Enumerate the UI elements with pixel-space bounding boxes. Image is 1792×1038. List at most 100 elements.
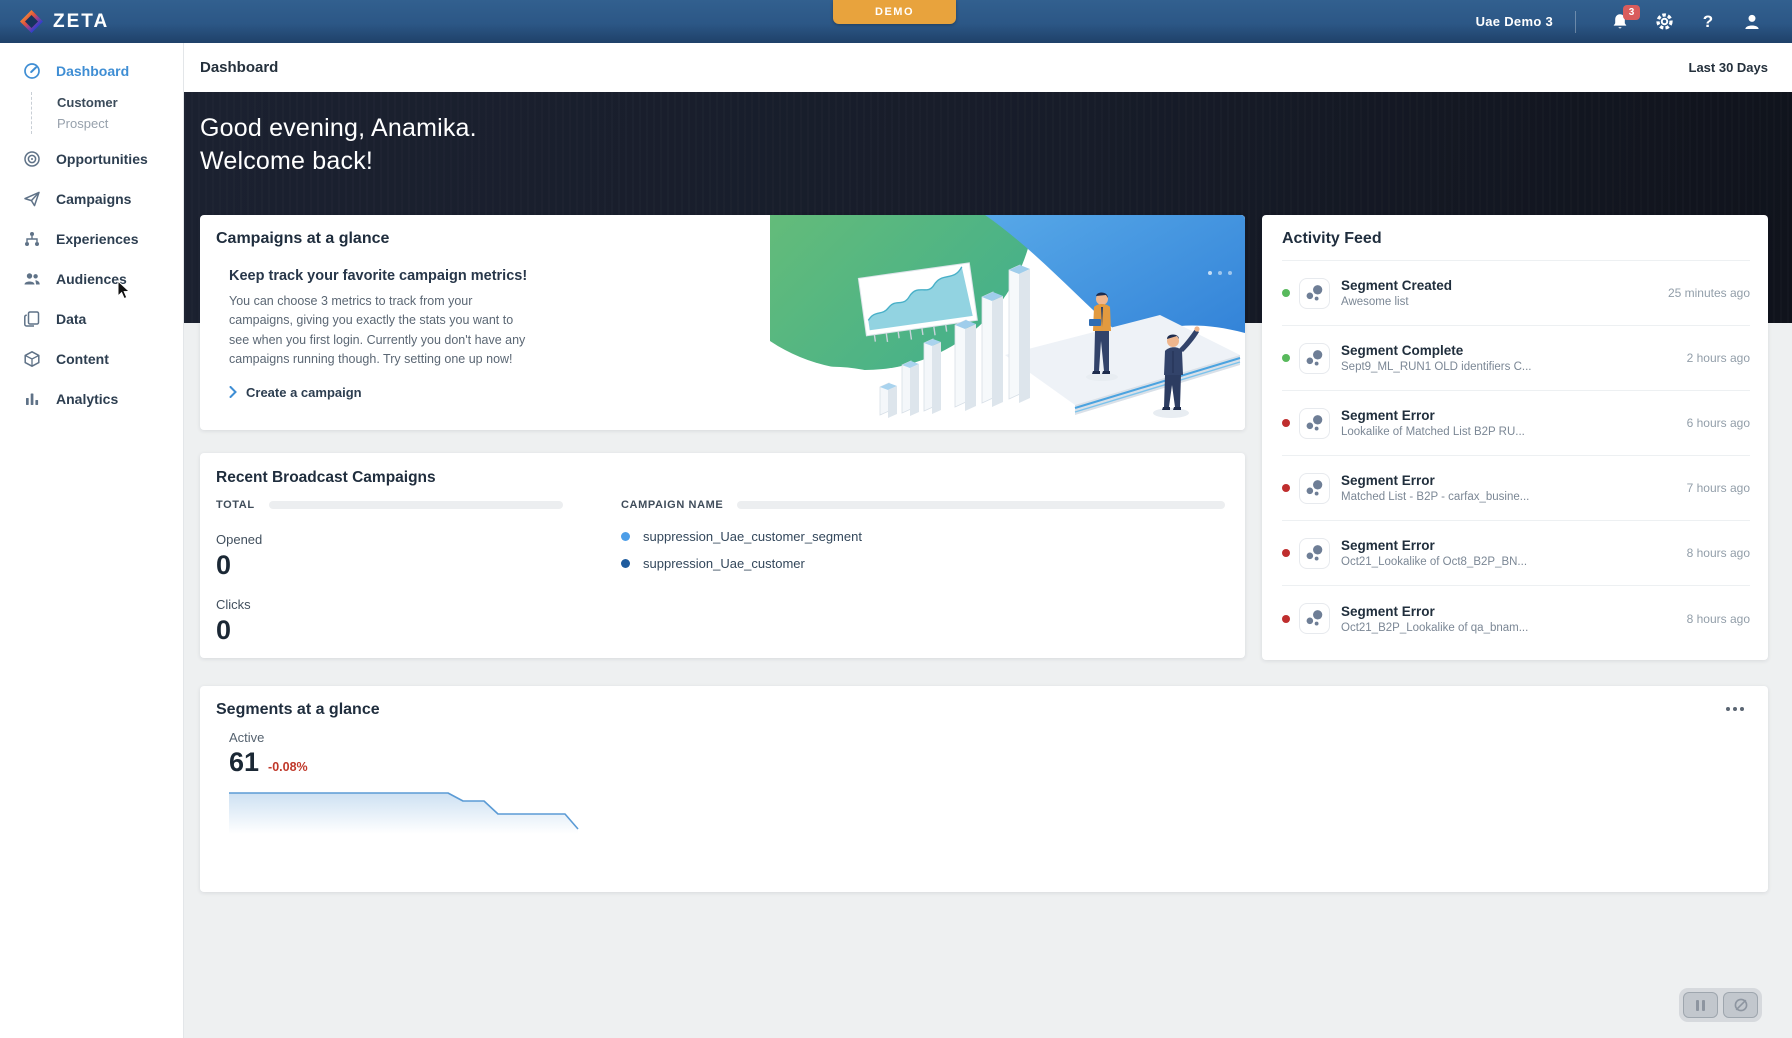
activity-timestamp: 6 hours ago [1677, 416, 1750, 430]
sidebar-label: Analytics [56, 391, 118, 407]
zeta-logo[interactable]: ZETA [20, 10, 109, 33]
sidebar-navigation: Dashboard Customer Prospect Opportunitie… [0, 43, 184, 1038]
activity-feed-title: Activity Feed [1282, 230, 1750, 248]
broadcast-card-title: Recent Broadcast Campaigns [216, 469, 1225, 487]
chevron-right-icon [229, 386, 237, 398]
notifications-bell-icon[interactable]: 3 [1609, 11, 1631, 33]
activity-timestamp: 8 hours ago [1677, 546, 1750, 560]
activity-row[interactable]: Segment ErrorOct21_B2P_Lookalike of qa_b… [1282, 586, 1750, 651]
active-segments-value: 61 [229, 747, 259, 778]
segment-icon [1299, 603, 1330, 634]
campaigns-card-body: You can choose 3 metrics to track from y… [229, 292, 534, 370]
sidebar-label: Experiences [56, 231, 139, 247]
activity-subtitle: Lookalike of Matched List B2P RU... [1341, 426, 1525, 438]
sidebar-label: Content [56, 351, 109, 367]
people-icon [23, 270, 41, 288]
status-dot-error [1282, 615, 1290, 623]
segments-at-a-glance-card: Segments at a glance Active 61 -0.08% [200, 686, 1768, 892]
sidebar-item-audiences[interactable]: Audiences [0, 259, 183, 299]
status-dot-success [1282, 354, 1290, 362]
sidebar-item-dashboard[interactable]: Dashboard [0, 51, 183, 91]
segment-icon [1299, 343, 1330, 374]
activity-feed-card: Activity Feed Segment Created Awesome lis… [1262, 215, 1768, 660]
activity-subtitle: Oct21_Lookalike of Oct8_B2P_BN... [1341, 556, 1527, 568]
greeting-text: Good evening, Anamika. Welcome back! [200, 112, 477, 178]
pause-recording-button[interactable] [1683, 992, 1718, 1018]
notification-count-badge: 3 [1623, 5, 1640, 20]
activity-row[interactable]: Segment CreatedAwesome list 25 minutes a… [1282, 261, 1750, 326]
sidebar-label: Data [56, 311, 86, 327]
activity-row[interactable]: Segment Error Lookalike of Matched List B… [1282, 391, 1750, 456]
status-dot-error [1282, 549, 1290, 557]
activity-subtitle: Awesome list [1341, 296, 1452, 308]
sidebar-subitem-prospect[interactable]: Prospect [57, 113, 183, 134]
active-segments-label: Active [229, 730, 1746, 745]
activity-row[interactable]: Segment Complete Sept9_ML_RUN1 OLD identi… [1282, 326, 1750, 391]
campaign-name: suppression_Uae_customer_segment [643, 529, 862, 544]
active-segments-change: -0.08% [268, 760, 308, 774]
broadcast-columns: TOTAL Opened 0 Clicks 0 CAMPAIGN NAME su… [216, 499, 1225, 646]
demo-ribbon: DEMO [833, 0, 956, 24]
zeta-diamond-icon [20, 10, 43, 33]
activity-row[interactable]: Segment ErrorOct21_Lookalike of Oct8_B2P… [1282, 521, 1750, 586]
gauge-icon [23, 62, 41, 80]
activity-title: Segment Error [1341, 604, 1528, 619]
account-switcher[interactable]: Uae Demo 3 [1476, 14, 1553, 29]
stop-recording-button[interactable] [1723, 992, 1758, 1018]
activity-title: Segment Error [1341, 473, 1529, 488]
page-title: Dashboard [200, 59, 278, 76]
activity-timestamp: 7 hours ago [1677, 481, 1750, 495]
sidebar-item-experiences[interactable]: Experiences [0, 219, 183, 259]
activity-subtitle: Sept9_ML_RUN1 OLD identifiers C... [1341, 361, 1531, 373]
sidebar-item-campaigns[interactable]: Campaigns [0, 179, 183, 219]
segment-icon [1299, 278, 1330, 309]
sidebar-item-opportunities[interactable]: Opportunities [0, 139, 183, 179]
campaign-legend-item: suppression_Uae_customer [621, 556, 1225, 571]
status-dot-success [1282, 289, 1290, 297]
metric-label-opened: Opened [216, 532, 563, 547]
page-header: Dashboard Last 30 Days [184, 43, 1792, 92]
sidebar-label: Audiences [56, 271, 127, 287]
legend-dot-light-blue [621, 532, 630, 541]
paper-plane-icon [23, 190, 41, 208]
segments-card-title: Segments at a glance [216, 701, 380, 719]
segments-sparkline-chart [229, 790, 581, 834]
sidebar-label: Dashboard [56, 63, 129, 79]
sidebar-item-data[interactable]: Data [0, 299, 183, 339]
user-profile-icon[interactable] [1741, 11, 1763, 33]
activity-title: Segment Complete [1341, 343, 1531, 358]
metric-label-clicks: Clicks [216, 597, 563, 612]
pause-icon [1696, 1000, 1705, 1011]
segment-icon [1299, 408, 1330, 439]
brand-name: ZETA [53, 11, 109, 33]
sidebar-label: Opportunities [56, 151, 148, 167]
nav-right-controls: Uae Demo 3 3 ? [1476, 11, 1774, 33]
metric-value-clicks: 0 [216, 615, 563, 646]
cube-icon [23, 350, 41, 368]
segment-icon [1299, 538, 1330, 569]
help-icon[interactable]: ? [1697, 11, 1719, 33]
sidebar-item-analytics[interactable]: Analytics [0, 379, 183, 419]
campaign-legend-item: suppression_Uae_customer_segment [621, 529, 1225, 544]
flow-icon [23, 230, 41, 248]
target-icon [23, 150, 41, 168]
skeleton-bar [737, 501, 1225, 509]
card-options-ellipsis-icon[interactable] [1724, 701, 1746, 717]
activity-row[interactable]: Segment Error Matched List - B2P - carfax… [1282, 456, 1750, 521]
legend-dot-dark-blue [621, 559, 630, 568]
top-navigation-bar: ZETA DEMO Uae Demo 3 3 ? [0, 0, 1792, 43]
activity-timestamp: 2 hours ago [1677, 351, 1750, 365]
nav-divider [1575, 11, 1576, 33]
activity-subtitle: Matched List - B2P - carfax_busine... [1341, 491, 1529, 503]
broadcast-total-column: TOTAL Opened 0 Clicks 0 [216, 499, 563, 646]
activity-title: Segment Created [1341, 278, 1452, 293]
activity-title: Segment Error [1341, 408, 1525, 423]
date-range-filter[interactable]: Last 30 Days [1689, 60, 1769, 75]
campaign-name: suppression_Uae_customer [643, 556, 805, 571]
sidebar-subitem-customer[interactable]: Customer [57, 92, 183, 113]
broadcast-campaign-name-column: CAMPAIGN NAME suppression_Uae_customer_s… [621, 499, 1225, 646]
settings-gear-icon[interactable] [1653, 11, 1675, 33]
recent-broadcast-campaigns-card: Recent Broadcast Campaigns TOTAL Opened … [200, 453, 1245, 658]
metric-value-opened: 0 [216, 550, 563, 581]
sidebar-item-content[interactable]: Content [0, 339, 183, 379]
